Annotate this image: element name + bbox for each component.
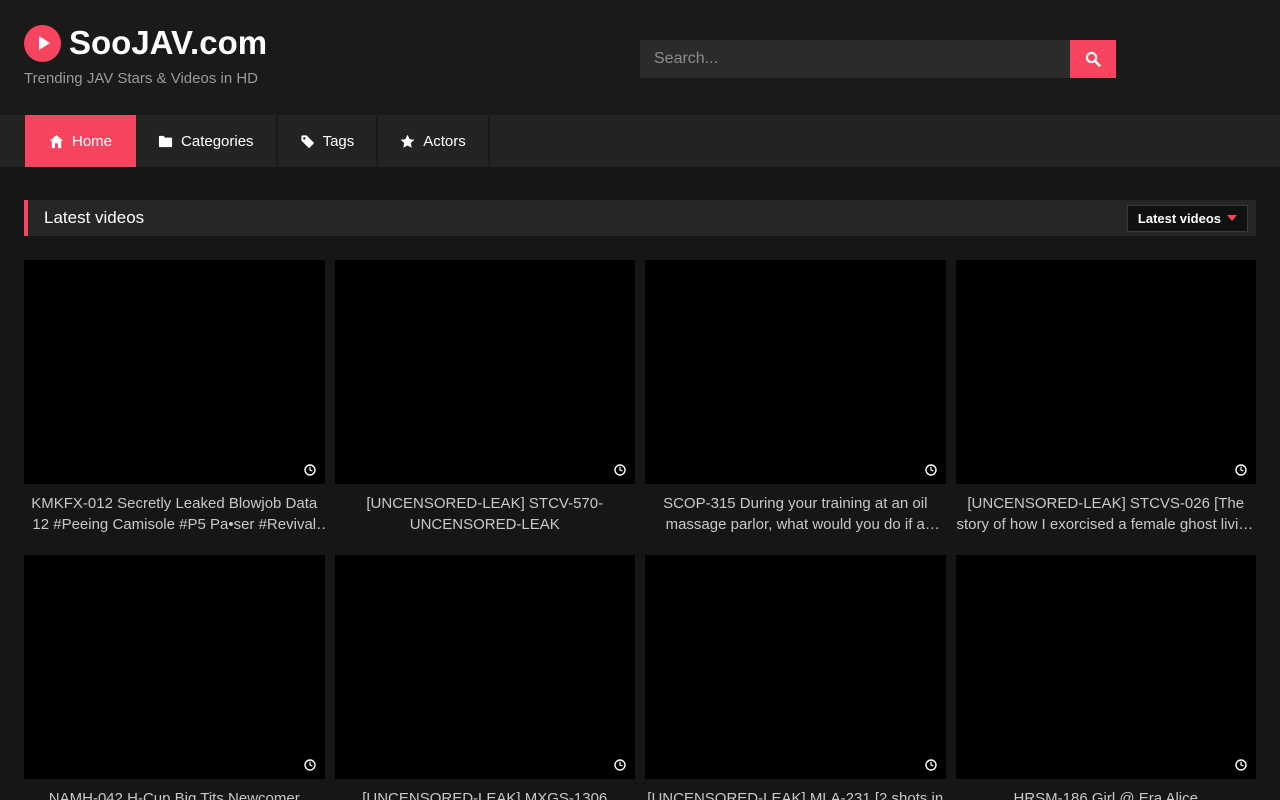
video-card[interactable]: SCOP-315 During your training at an oil …	[645, 260, 946, 535]
clock-icon	[614, 464, 626, 476]
logo-link[interactable]: SooJAV.com	[24, 24, 267, 62]
brand-block: SooJAV.com Trending JAV Stars & Videos i…	[24, 24, 267, 87]
nav-item-actors[interactable]: Actors	[378, 115, 490, 167]
nav-item-categories[interactable]: Categories	[136, 115, 278, 167]
video-thumbnail[interactable]	[24, 260, 325, 484]
search-button[interactable]	[1070, 40, 1116, 78]
video-thumbnail[interactable]	[956, 260, 1257, 484]
star-icon	[400, 134, 415, 149]
main-nav: Home Categories Tags Actors	[0, 115, 1280, 167]
video-title[interactable]: [UNCENSORED-LEAK] MLA-231 [2 shots in	[645, 788, 946, 800]
video-thumbnail[interactable]	[956, 555, 1257, 779]
section-header: Latest videos Latest videos	[24, 200, 1256, 236]
video-title[interactable]: SCOP-315 During your training at an oil …	[645, 493, 946, 535]
clock-icon	[925, 464, 937, 476]
clock-icon	[304, 464, 316, 476]
nav-item-home[interactable]: Home	[25, 115, 136, 167]
tag-icon	[300, 134, 315, 149]
folder-icon	[158, 134, 173, 149]
video-thumbnail[interactable]	[335, 555, 636, 779]
video-card[interactable]: [UNCENSORED-LEAK] MLA-231 [2 shots in	[645, 555, 946, 800]
video-card[interactable]: KMKFX-012 Secretly Leaked Blowjob Data 1…	[24, 260, 325, 535]
section-title: Latest videos	[44, 208, 144, 228]
video-card[interactable]: HRSM-186 Girl @ Era Alice	[956, 555, 1257, 800]
video-title[interactable]: [UNCENSORED-LEAK] STCVS-026 [The story o…	[956, 493, 1257, 535]
video-thumbnail[interactable]	[24, 555, 325, 779]
search-box	[640, 40, 1116, 78]
video-thumbnail[interactable]	[335, 260, 636, 484]
search-icon	[1085, 51, 1101, 67]
nav-item-label: Categories	[181, 133, 254, 150]
site-logo-text: SooJAV.com	[69, 24, 267, 62]
play-circle-icon	[24, 25, 61, 62]
site-header: SooJAV.com Trending JAV Stars & Videos i…	[0, 0, 1280, 115]
video-title[interactable]: [UNCENSORED-LEAK] MXGS-1306 Absolutely	[335, 788, 636, 800]
video-card[interactable]: [UNCENSORED-LEAK] MXGS-1306 Absolutely	[335, 555, 636, 800]
nav-item-label: Actors	[423, 133, 466, 150]
video-card[interactable]: [UNCENSORED-LEAK] STCV-570-UNCENSORED-LE…	[335, 260, 636, 535]
video-thumbnail[interactable]	[645, 555, 946, 779]
video-title[interactable]: KMKFX-012 Secretly Leaked Blowjob Data 1…	[24, 493, 325, 535]
caret-down-icon	[1227, 215, 1237, 221]
nav-item-tags[interactable]: Tags	[278, 115, 379, 167]
clock-icon	[614, 759, 626, 771]
video-title[interactable]: [UNCENSORED-LEAK] STCV-570-UNCENSORED-LE…	[335, 493, 636, 535]
video-grid: KMKFX-012 Secretly Leaked Blowjob Data 1…	[24, 260, 1256, 800]
sort-dropdown[interactable]: Latest videos	[1127, 205, 1248, 232]
search-input[interactable]	[640, 40, 1070, 78]
video-title[interactable]: HRSM-186 Girl @ Era Alice	[956, 788, 1257, 800]
clock-icon	[304, 759, 316, 771]
nav-item-label: Home	[72, 133, 112, 150]
clock-icon	[925, 759, 937, 771]
site-tagline: Trending JAV Stars & Videos in HD	[24, 70, 267, 87]
clock-icon	[1235, 759, 1247, 771]
video-card[interactable]: [UNCENSORED-LEAK] STCVS-026 [The story o…	[956, 260, 1257, 535]
video-title[interactable]: NAMH-042 H-Cup Big Tits Newcomer (170cm …	[24, 788, 325, 800]
clock-icon	[1235, 464, 1247, 476]
video-card[interactable]: NAMH-042 H-Cup Big Tits Newcomer (170cm …	[24, 555, 325, 800]
home-icon	[49, 134, 64, 149]
nav-item-label: Tags	[323, 133, 355, 150]
video-thumbnail[interactable]	[645, 260, 946, 484]
sort-dropdown-label: Latest videos	[1138, 211, 1221, 226]
